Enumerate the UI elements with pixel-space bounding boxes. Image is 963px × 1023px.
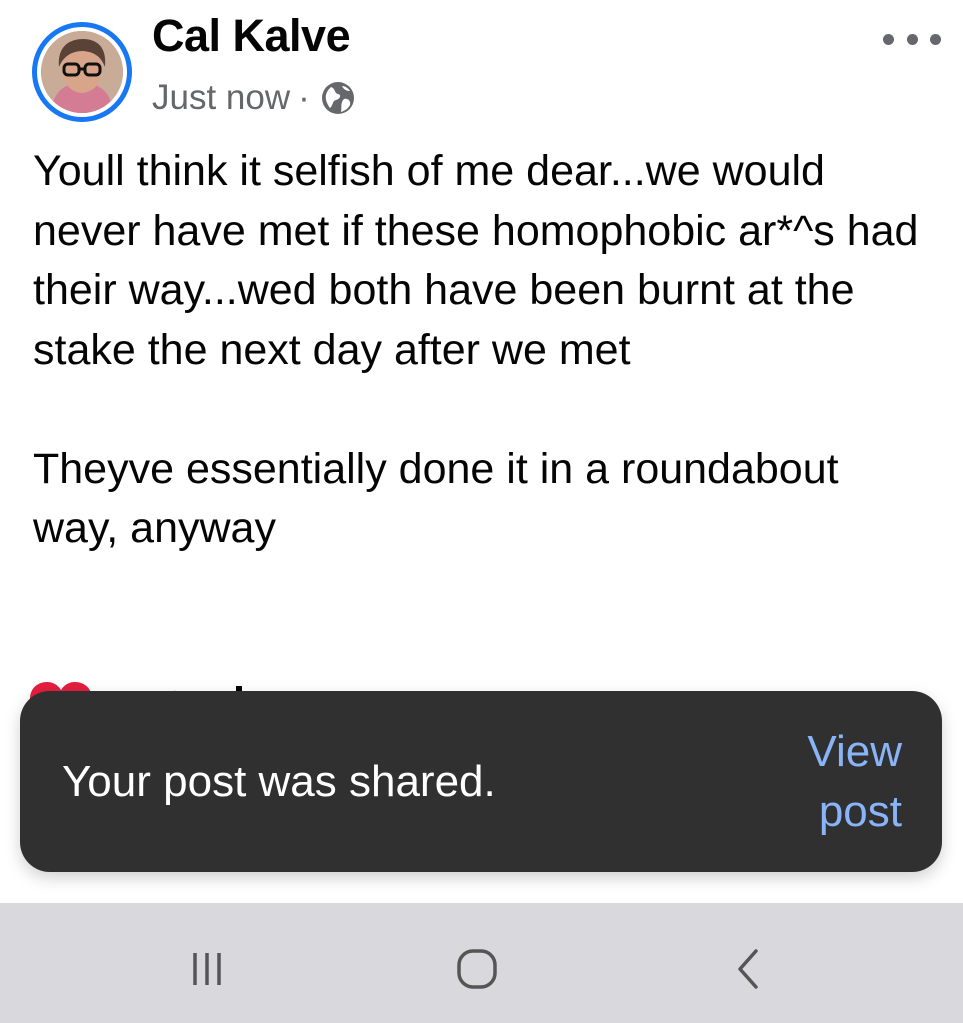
post-timestamp[interactable]: Just now [152,78,290,118]
view-post-button[interactable]: View post [752,722,902,842]
home-icon [457,949,497,989]
meta-separator: · [298,78,310,117]
post-text: Youll think it selfish of me dear...we w… [33,142,933,559]
system-navigation-bar [0,903,963,1023]
back-icon [738,949,758,989]
author-avatar[interactable] [32,22,132,122]
globe-icon [320,80,356,116]
post-paragraph: Youll think it selfish of me dear...we w… [33,147,919,374]
post-paragraph: Theyve essentially done it in a roundabo… [33,444,839,553]
avatar-portrait-icon [41,31,123,113]
more-dot [930,33,941,45]
back-button[interactable] [712,933,784,1005]
post-header: Cal Kalve Just now · [0,0,963,130]
home-button[interactable] [441,933,513,1005]
more-dot [906,33,918,45]
share-toast: Your post was shared. View post [20,691,942,872]
author-name[interactable]: Cal Kalve [152,10,351,62]
recent-apps-button[interactable] [171,933,243,1005]
recent-apps-icon [193,953,221,985]
toast-message: Your post was shared. [62,757,496,806]
more-options-icon[interactable] [883,24,941,54]
more-dot [883,33,894,45]
post-meta: Just now · [152,76,356,120]
facebook-post-screen: Cal Kalve Just now · Youll think it self… [0,0,963,1023]
avatar-photo [41,31,123,113]
